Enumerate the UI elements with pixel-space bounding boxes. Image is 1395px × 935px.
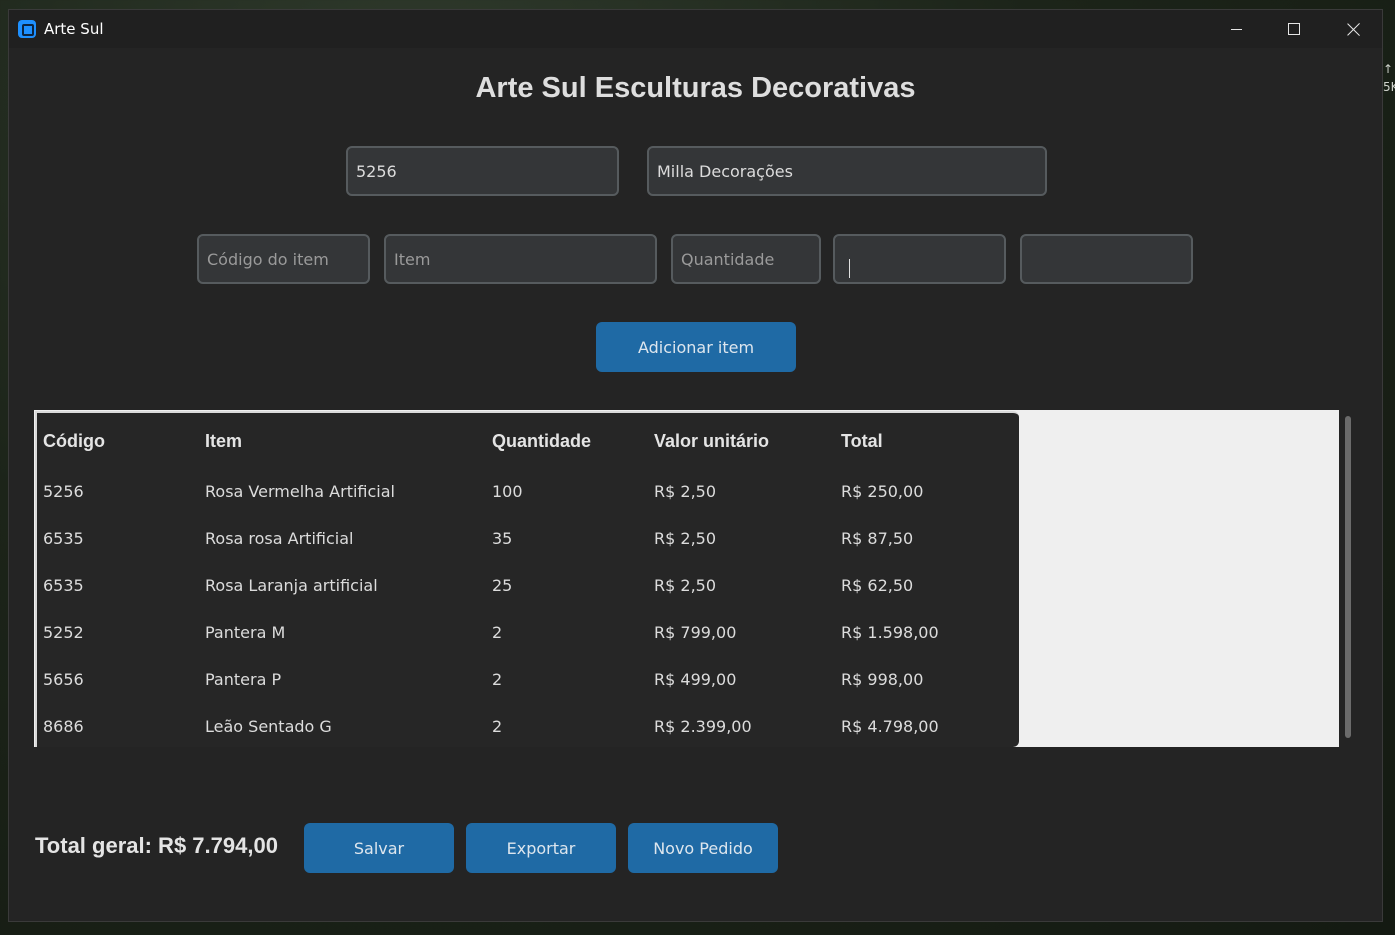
row-item: Pantera M bbox=[205, 623, 286, 642]
page-title: Arte Sul Esculturas Decorativas bbox=[475, 72, 916, 104]
client-name-field[interactable] bbox=[647, 146, 1047, 196]
row-code: 6535 bbox=[43, 576, 84, 595]
header-unit-price: Valor unitário bbox=[654, 431, 770, 451]
row-quantity: 100 bbox=[492, 482, 523, 501]
row-total: R$ 998,00 bbox=[841, 670, 924, 689]
maximize-icon bbox=[1288, 23, 1300, 35]
item-name-field[interactable] bbox=[384, 234, 657, 284]
header-quantity: Quantidade bbox=[492, 431, 592, 451]
row-unit-price: R$ 2.399,00 bbox=[654, 717, 752, 736]
header-item: Item bbox=[205, 431, 243, 451]
table-scrollbar[interactable] bbox=[1345, 416, 1351, 738]
row-unit-price: R$ 2,50 bbox=[654, 576, 717, 595]
maximize-button[interactable] bbox=[1265, 10, 1323, 48]
item-total-field[interactable] bbox=[1020, 234, 1193, 284]
close-button[interactable] bbox=[1324, 10, 1382, 48]
minimize-button[interactable] bbox=[1207, 10, 1265, 48]
unit-price-field[interactable] bbox=[833, 234, 1006, 284]
minimize-icon bbox=[1230, 28, 1242, 30]
item-code-field[interactable] bbox=[197, 234, 370, 284]
row-total: R$ 250,00 bbox=[841, 482, 924, 501]
title-bar[interactable]: Arte Sul bbox=[9, 10, 1382, 48]
grand-total-label: Total geral: R$ 7.794,00 bbox=[35, 833, 278, 858]
desktop-edge-label: 5K bbox=[1383, 80, 1395, 94]
quantity-field[interactable] bbox=[671, 234, 821, 284]
items-table-area: Código Item Quantidade Valor unitário To… bbox=[34, 410, 1339, 747]
row-total: R$ 4.798,00 bbox=[841, 717, 939, 736]
row-quantity: 2 bbox=[492, 717, 503, 736]
save-button[interactable]: Salvar bbox=[304, 823, 454, 873]
row-total: R$ 62,50 bbox=[841, 576, 914, 595]
export-button[interactable]: Exportar bbox=[466, 823, 616, 873]
row-item: Leão Sentado G bbox=[205, 717, 332, 736]
text-cursor bbox=[849, 259, 850, 278]
row-unit-price: R$ 499,00 bbox=[654, 670, 737, 689]
app-window: Arte Sul Arte Sul Esculturas Decorativas… bbox=[8, 9, 1383, 922]
row-code: 5656 bbox=[43, 670, 84, 689]
order-number-field[interactable] bbox=[346, 146, 619, 196]
close-icon bbox=[1347, 23, 1360, 36]
row-quantity: 35 bbox=[492, 529, 513, 548]
row-item: Pantera P bbox=[205, 670, 282, 689]
row-quantity: 2 bbox=[492, 623, 503, 642]
window-title: Arte Sul bbox=[44, 20, 104, 38]
row-item: Rosa rosa Artificial bbox=[205, 529, 354, 548]
row-total: R$ 1.598,00 bbox=[841, 623, 939, 642]
header-total: Total bbox=[841, 431, 883, 451]
row-unit-price: R$ 799,00 bbox=[654, 623, 737, 642]
row-code: 6535 bbox=[43, 529, 84, 548]
header-code: Código bbox=[43, 431, 105, 451]
row-code: 5252 bbox=[43, 623, 84, 642]
row-quantity: 25 bbox=[492, 576, 513, 595]
row-unit-price: R$ 2,50 bbox=[654, 482, 717, 501]
row-item: Rosa Vermelha Artificial bbox=[205, 482, 395, 501]
row-item: Rosa Laranja artificial bbox=[205, 576, 378, 595]
row-quantity: 2 bbox=[492, 670, 503, 689]
new-order-button[interactable]: Novo Pedido bbox=[628, 823, 778, 873]
desktop-edge-arrow: ↑ bbox=[1383, 62, 1394, 76]
row-code: 5256 bbox=[43, 482, 84, 501]
items-table[interactable]: Código Item Quantidade Valor unitário To… bbox=[35, 411, 1019, 747]
desktop-edge: ↑ 5K bbox=[1383, 60, 1395, 120]
row-total: R$ 87,50 bbox=[841, 529, 914, 548]
add-item-button[interactable]: Adicionar item bbox=[596, 322, 796, 372]
app-icon bbox=[18, 20, 36, 38]
row-code: 8686 bbox=[43, 717, 84, 736]
row-unit-price: R$ 2,50 bbox=[654, 529, 717, 548]
